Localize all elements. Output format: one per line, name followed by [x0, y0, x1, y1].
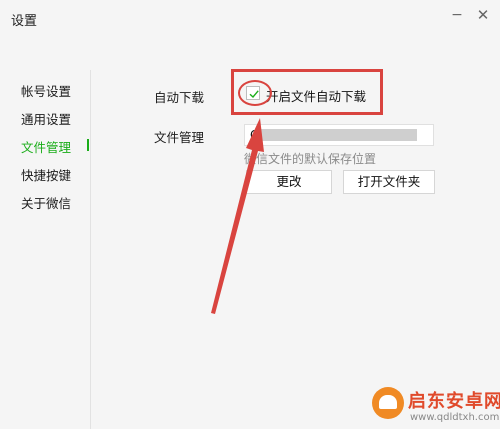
watermark-title: 启东安卓网	[408, 391, 500, 412]
sidebar-item-about[interactable]: 关于微信	[21, 193, 71, 212]
sidebar-item-account[interactable]: 帐号设置	[21, 81, 71, 100]
window-title: 设置	[11, 14, 38, 29]
sidebar-item-file-management[interactable]: 文件管理	[21, 137, 71, 156]
save-path-redacted	[261, 129, 417, 141]
highlight-circle-annotation	[238, 80, 272, 106]
save-path-hint: 微信文件的默认保存位置	[244, 152, 377, 166]
watermark-logo-icon	[372, 387, 404, 419]
sidebar-divider	[90, 70, 91, 429]
save-path-field: C	[244, 124, 434, 146]
sidebar-item-shortcuts[interactable]: 快捷按键	[21, 165, 71, 184]
active-indicator	[87, 139, 89, 151]
watermark-url: www.qdldtxh.com	[410, 412, 500, 423]
open-folder-button[interactable]: 打开文件夹	[343, 170, 435, 194]
red-arrow-annotation	[211, 118, 264, 314]
change-path-button[interactable]: 更改	[246, 170, 332, 194]
file-management-label: 文件管理	[154, 130, 205, 145]
minimize-button[interactable]: −	[446, 4, 468, 26]
settings-window: 设置 − ✕ 帐号设置 通用设置 文件管理 快捷按键 关于微信 自动下载 开启文…	[0, 0, 500, 429]
auto-download-label: 自动下载	[154, 90, 205, 105]
close-button[interactable]: ✕	[472, 4, 494, 26]
sidebar-item-general[interactable]: 通用设置	[21, 109, 71, 128]
save-path-prefix: C	[250, 128, 259, 142]
watermark: 启东安卓网 www.qdldtxh.com	[372, 385, 500, 429]
